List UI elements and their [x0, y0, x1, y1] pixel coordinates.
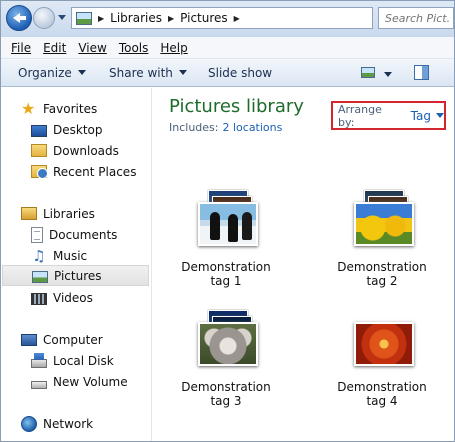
forward-button[interactable]	[33, 7, 55, 29]
network-globe-icon	[21, 415, 37, 432]
image-stack	[198, 188, 258, 246]
nav-documents[interactable]: Documents	[1, 224, 150, 245]
chevron-down-icon[interactable]	[436, 113, 444, 118]
menu-bar: File Edit View Tools Help	[1, 37, 454, 59]
image-stack	[198, 308, 258, 366]
command-bar: Organize Share with Slide show	[1, 59, 454, 87]
nav-local-disk[interactable]: Local Disk	[1, 350, 150, 371]
tag-tile[interactable]: Demonstration tag 2	[332, 188, 432, 308]
explorer-window: ▶ Libraries ▶ Pictures ▶ ⇄ File Edit Vie…	[0, 0, 455, 442]
document-icon	[31, 226, 43, 243]
pictures-folder-icon	[76, 11, 92, 25]
tile-label: Demonstration tag 3	[181, 380, 271, 408]
share-with-button[interactable]: Share with	[109, 66, 187, 80]
view-options-dropdown[interactable]	[384, 72, 392, 77]
image-stack	[354, 188, 414, 246]
pictures-icon	[32, 270, 48, 283]
address-toolbar: ▶ Libraries ▶ Pictures ▶ ⇄	[1, 1, 454, 37]
recent-pages-dropdown[interactable]	[58, 15, 66, 20]
search-input[interactable]	[379, 8, 449, 28]
menu-edit[interactable]: Edit	[43, 41, 66, 55]
menu-file[interactable]: File	[11, 41, 31, 55]
desktop-icon	[31, 124, 47, 137]
chevron-right-icon[interactable]: ▶	[98, 14, 104, 23]
page-title: Pictures library	[169, 96, 304, 117]
organize-label: Organize	[18, 66, 72, 80]
tile-label: Demonstration tag 1	[181, 260, 271, 288]
nav-recent-places[interactable]: Recent Places	[1, 161, 150, 182]
nav-new-volume[interactable]: New Volume	[1, 371, 150, 392]
change-view-icon[interactable]	[361, 67, 375, 78]
tile-label: Demonstration tag 2	[337, 260, 427, 288]
nav-computer[interactable]: Computer	[1, 329, 150, 350]
search-box[interactable]	[378, 7, 454, 29]
nav-desktop[interactable]: Desktop	[1, 119, 150, 140]
arrange-by-control[interactable]: Arrange by: Tag	[331, 101, 446, 130]
breadcrumb-libraries[interactable]: Libraries	[110, 11, 162, 25]
address-bar[interactable]: ▶ Libraries ▶ Pictures ▶ ⇄	[71, 7, 432, 29]
chevron-right-icon[interactable]: ▶	[234, 14, 240, 23]
breadcrumb-pictures[interactable]: Pictures	[180, 11, 228, 25]
share-with-label: Share with	[109, 66, 173, 80]
nav-label: Libraries	[43, 206, 95, 221]
star-icon: ★	[21, 98, 36, 118]
nav-label: Favorites	[43, 101, 98, 116]
library-includes: Includes: 2 locations	[169, 121, 282, 134]
tag-tile[interactable]: Demonstration tag 4	[332, 308, 432, 428]
back-button[interactable]	[6, 5, 32, 31]
hard-disk-icon	[31, 352, 47, 368]
nav-libraries[interactable]: Libraries	[1, 203, 150, 224]
nav-music[interactable]: ♫ Music	[1, 245, 150, 266]
arrange-by-value[interactable]: Tag	[411, 109, 431, 123]
music-note-icon: ♫	[32, 246, 46, 265]
tag-tile[interactable]: Demonstration tag 1	[176, 188, 276, 308]
downloads-folder-icon	[31, 144, 47, 157]
computer-icon	[21, 333, 37, 346]
content-pane: Pictures library Includes: 2 locations Ar…	[153, 88, 454, 441]
tulips-thumbnail	[354, 202, 414, 246]
nav-videos[interactable]: Videos	[1, 287, 150, 308]
chevron-down-icon	[178, 70, 187, 75]
menu-view[interactable]: View	[78, 41, 106, 55]
nav-label: Network	[43, 416, 94, 431]
preview-pane-icon[interactable]	[414, 65, 429, 80]
nav-pictures[interactable]: Pictures	[2, 265, 149, 286]
chevron-right-icon[interactable]: ▶	[168, 14, 174, 23]
nav-label: Pictures	[54, 268, 102, 283]
flower-thumbnail	[354, 322, 414, 366]
image-stack	[354, 308, 414, 366]
chevron-down-icon	[77, 70, 86, 75]
arrange-by-label: Arrange by:	[338, 102, 382, 129]
penguins-thumbnail	[198, 202, 258, 246]
koala-thumbnail	[198, 322, 258, 366]
film-icon	[31, 292, 47, 305]
nav-favorites[interactable]: ★ Favorites	[1, 98, 150, 119]
nav-label: Desktop	[53, 122, 103, 137]
nav-label: New Volume	[53, 374, 128, 389]
locations-link[interactable]: 2 locations	[222, 121, 282, 134]
recent-places-icon	[31, 165, 48, 179]
organize-button[interactable]: Organize	[18, 66, 86, 80]
navigation-pane: ★ Favorites Desktop Downloads Recent Pla…	[1, 88, 152, 441]
nav-label: Videos	[53, 290, 93, 305]
menu-tools[interactable]: Tools	[119, 41, 149, 55]
slide-show-button[interactable]: Slide show	[208, 66, 272, 80]
nav-label: Downloads	[53, 143, 119, 158]
nav-label: Music	[53, 248, 88, 263]
tile-label: Demonstration tag 4	[337, 380, 427, 408]
menu-help[interactable]: Help	[160, 41, 187, 55]
nav-downloads[interactable]: Downloads	[1, 140, 150, 161]
nav-label: Documents	[49, 227, 118, 242]
tag-tile[interactable]: Demonstration tag 3	[176, 308, 276, 428]
drive-icon	[31, 380, 47, 389]
nav-label: Computer	[43, 332, 103, 347]
includes-label: Includes:	[169, 121, 219, 134]
nav-label: Recent Places	[53, 164, 137, 179]
nav-label: Local Disk	[53, 353, 114, 368]
libraries-icon	[21, 207, 37, 220]
nav-network[interactable]: Network	[1, 413, 150, 434]
